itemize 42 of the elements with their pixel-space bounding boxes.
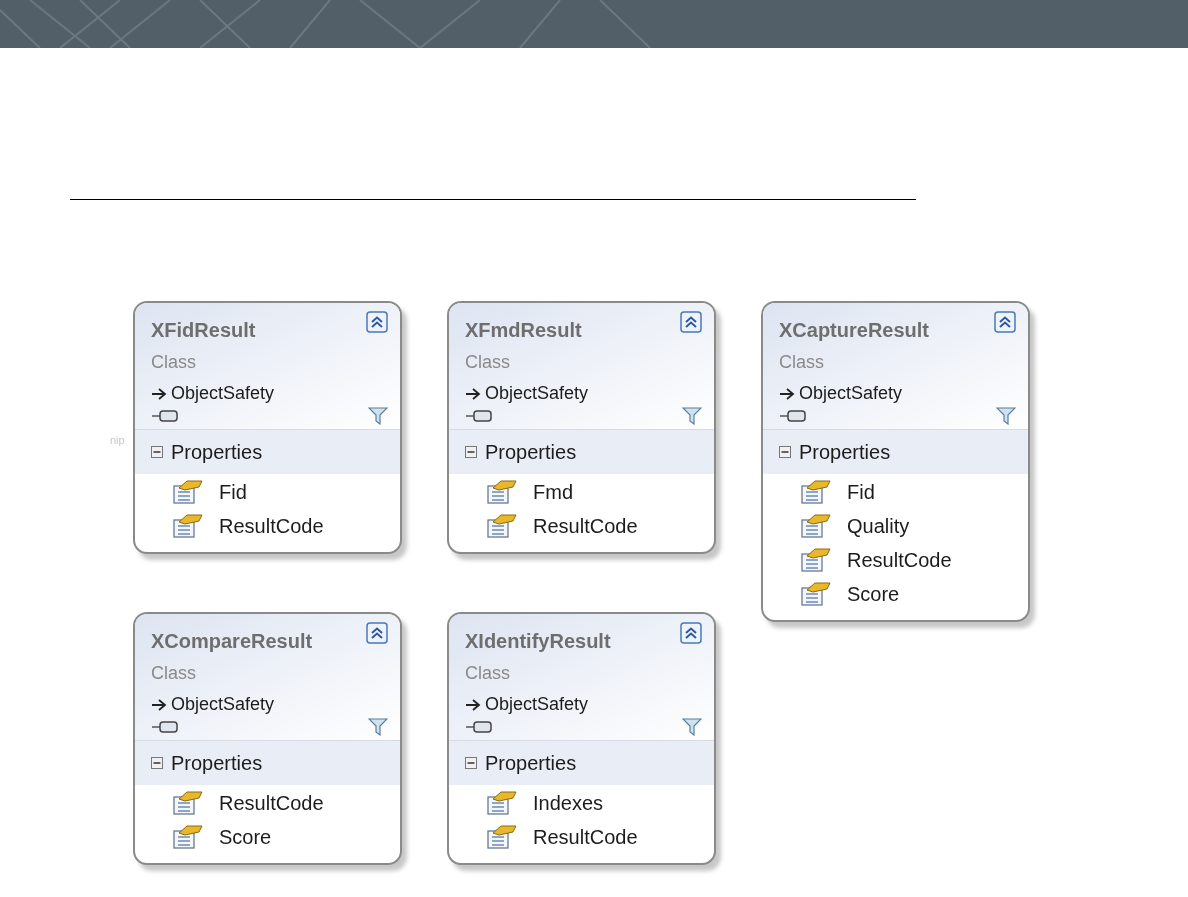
class-name: XCaptureResult xyxy=(779,318,930,343)
class-name: XFidResult xyxy=(151,318,256,343)
class-kind: Class xyxy=(779,351,825,374)
section-header[interactable]: Properties xyxy=(449,430,714,474)
class-name: XIdentifyResult xyxy=(465,629,611,654)
property-name: Fid xyxy=(219,480,247,505)
property-name: ResultCode xyxy=(847,548,952,573)
section-title: Properties xyxy=(171,440,263,465)
interface-name: ObjectSafety xyxy=(799,382,903,405)
property-name: ResultCode xyxy=(533,825,638,850)
class-name: XCompareResult xyxy=(151,629,313,654)
property-name: Indexes xyxy=(533,791,604,816)
section-title: Properties xyxy=(799,440,891,465)
property-name: Fmd xyxy=(533,480,573,505)
property-name: Quality xyxy=(847,514,910,539)
class-shape[interactable]: XCompareResult Class ObjectSafety Properties ResultCode Score xyxy=(133,612,402,865)
class-shape[interactable]: XIdentifyResult Class ObjectSafety Properties Indexes ResultCode xyxy=(447,612,716,865)
section-header[interactable]: Properties xyxy=(449,741,714,785)
class-shape[interactable]: XFidResult Class ObjectSafety Properties Fid ResultCode xyxy=(133,301,402,554)
class-shape[interactable]: XCaptureResult Class ObjectSafety Properties Fid Quality ResultCode Score xyxy=(761,301,1030,622)
class-shape[interactable]: XFmdResult Class ObjectSafety Properties Fmd ResultCode xyxy=(447,301,716,554)
class-kind: Class xyxy=(151,662,197,685)
interface-name: ObjectSafety xyxy=(171,382,275,405)
class-kind: Class xyxy=(151,351,197,374)
class-kind: Class xyxy=(465,662,511,685)
property-name: Score xyxy=(219,825,272,850)
property-name: ResultCode xyxy=(219,514,324,539)
section-title: Properties xyxy=(485,440,577,465)
section-header[interactable]: Properties xyxy=(135,430,400,474)
property-name: ResultCode xyxy=(533,514,638,539)
section-header[interactable]: Properties xyxy=(763,430,1028,474)
interface-name: ObjectSafety xyxy=(485,693,589,716)
section-title: Properties xyxy=(485,751,577,776)
property-name: Score xyxy=(847,582,900,607)
interface-name: ObjectSafety xyxy=(171,693,275,716)
interface-name: ObjectSafety xyxy=(485,382,589,405)
class-name: XFmdResult xyxy=(465,318,582,343)
property-name: ResultCode xyxy=(219,791,324,816)
section-header[interactable]: Properties xyxy=(135,741,400,785)
section-title: Properties xyxy=(171,751,263,776)
class-kind: Class xyxy=(465,351,511,374)
property-name: Fid xyxy=(847,480,875,505)
